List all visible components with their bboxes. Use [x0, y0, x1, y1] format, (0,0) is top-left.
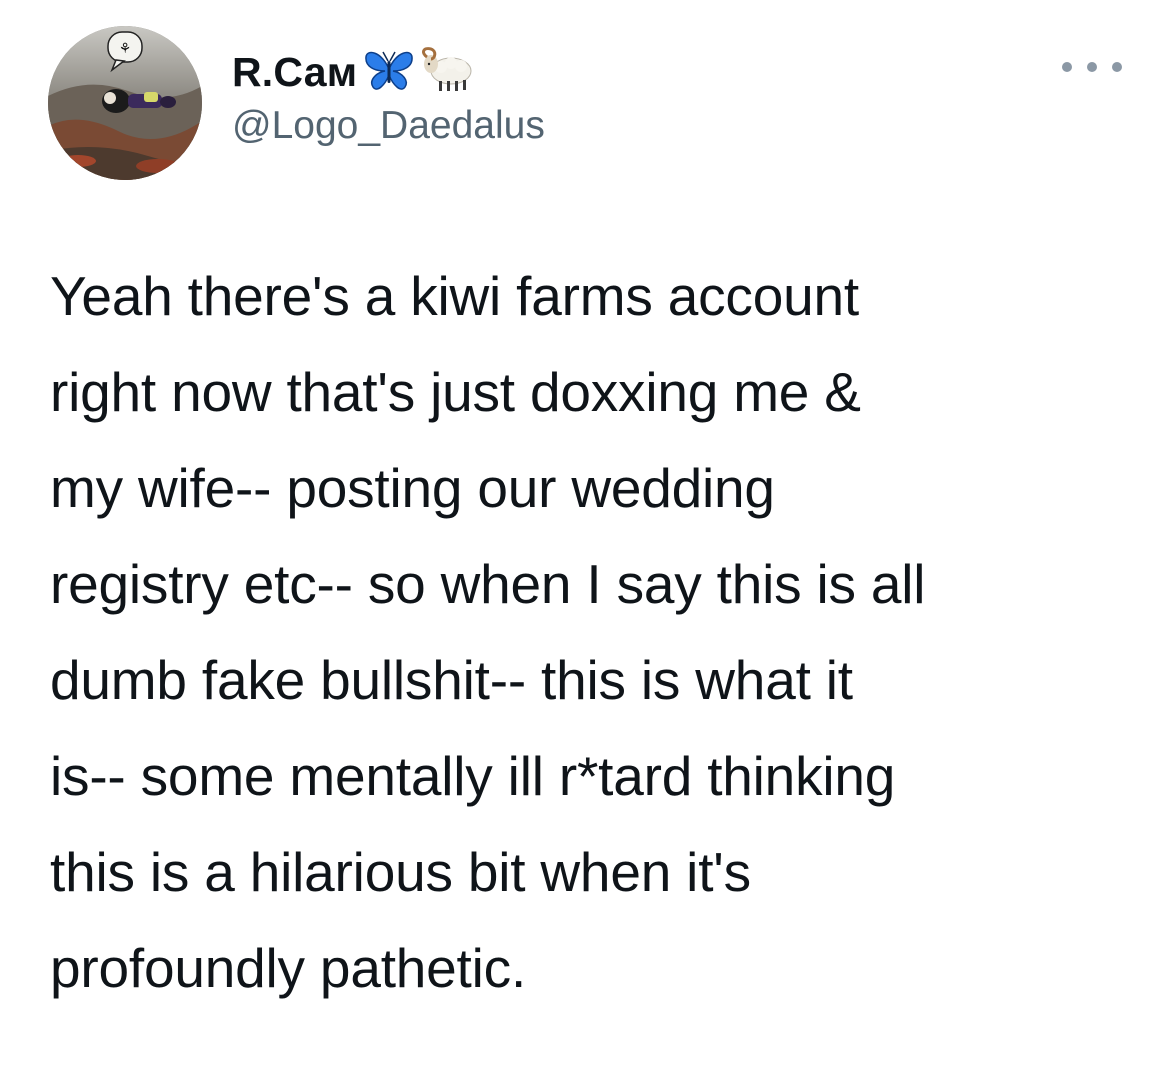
- tweet: ⚘ R.Сам @Logo_Daedalus Yeah there's a ki…: [0, 0, 1170, 1081]
- svg-text:⚘: ⚘: [119, 41, 132, 57]
- tweet-text-line: registry etc-- so when I say this is all: [50, 553, 926, 615]
- tweet-text-line: this is a hilarious bit when it's: [50, 841, 751, 903]
- author-handle[interactable]: @Logo_Daedalus: [232, 104, 545, 148]
- tweet-text: Yeah there's a kiwi farms account right …: [50, 248, 1140, 1016]
- ram-icon: [421, 46, 479, 98]
- avatar-image: ⚘: [48, 26, 202, 180]
- tweet-text-line: right now that's just doxxing me &: [50, 361, 861, 423]
- butterfly-icon: [363, 47, 415, 98]
- tweet-text-line: profoundly pathetic.: [50, 937, 527, 999]
- author-name-row[interactable]: R.Сам: [232, 40, 479, 104]
- tweet-text-line: Yeah there's a kiwi farms account: [50, 265, 859, 327]
- more-horizontal-icon: [1062, 62, 1072, 72]
- display-name[interactable]: R.Сам: [232, 49, 357, 96]
- tweet-text-line: dumb fake bullshit-- this is what it: [50, 649, 853, 711]
- more-options-button[interactable]: [1062, 52, 1122, 82]
- more-dot: [1112, 62, 1122, 72]
- tweet-text-line: is-- some mentally ill r*tard thinking: [50, 745, 896, 807]
- tweet-text-line: my wife-- posting our wedding: [50, 457, 775, 519]
- more-dot: [1087, 62, 1097, 72]
- avatar[interactable]: ⚘: [48, 26, 202, 180]
